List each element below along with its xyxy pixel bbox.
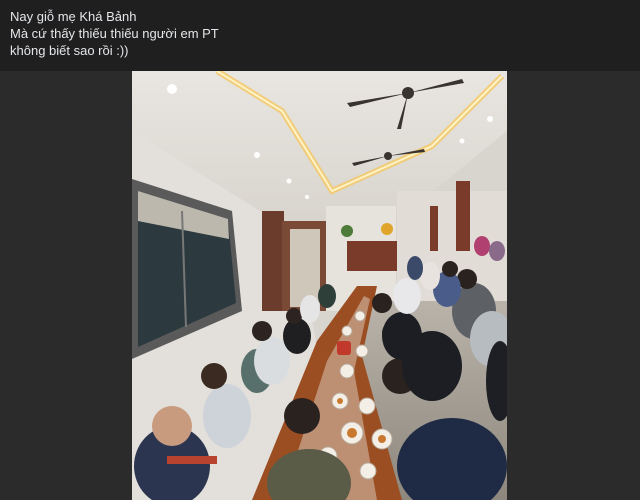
photo-image bbox=[132, 71, 507, 500]
post-caption: Nay giỗ mẹ Khá Bảnh Mà cứ thấy thiếu thi… bbox=[10, 8, 630, 59]
post-photo[interactable] bbox=[132, 71, 507, 500]
post-caption-line-2: Mà cứ thấy thiếu thiếu người em PT bbox=[10, 26, 219, 41]
post-media-frame bbox=[0, 71, 640, 500]
post-caption-line-3: không biết sao rồi :)) bbox=[10, 43, 129, 58]
post-caption-line-1: Nay giỗ mẹ Khá Bảnh bbox=[10, 9, 137, 24]
